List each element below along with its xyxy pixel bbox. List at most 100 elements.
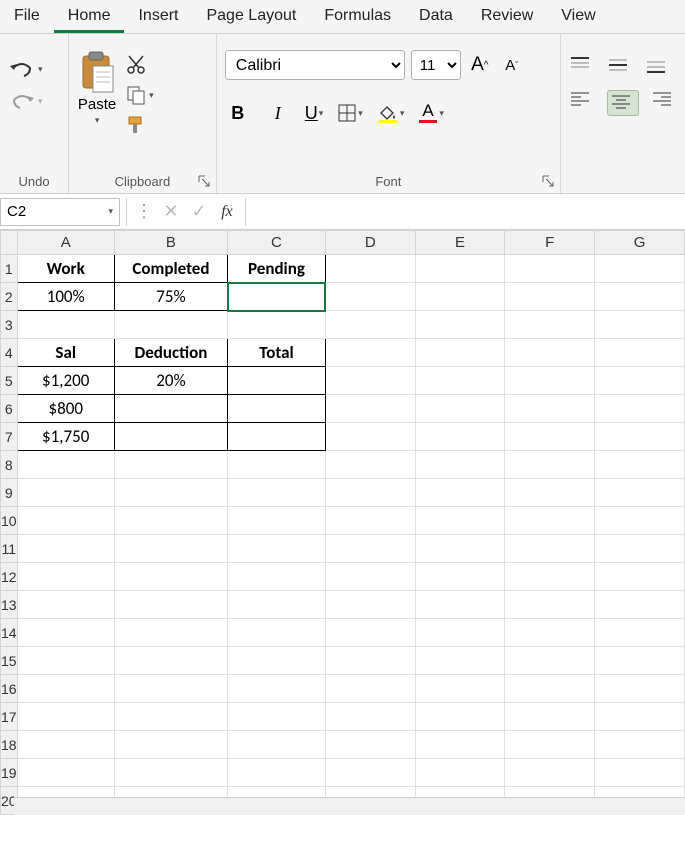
select-all-corner[interactable] — [1, 231, 18, 255]
cell[interactable] — [228, 479, 326, 507]
formula-input[interactable] — [248, 198, 685, 226]
cell[interactable] — [505, 507, 595, 535]
cell[interactable] — [228, 395, 326, 423]
cell[interactable]: 75% — [114, 283, 227, 311]
cell[interactable]: 100% — [17, 283, 114, 311]
cell[interactable]: Total — [228, 339, 326, 367]
menu-home[interactable]: Home — [54, 0, 125, 33]
cell[interactable] — [415, 367, 505, 395]
cell[interactable] — [17, 507, 114, 535]
cell[interactable] — [595, 619, 685, 647]
cell[interactable] — [228, 451, 326, 479]
cell[interactable] — [114, 675, 227, 703]
cell[interactable] — [595, 423, 685, 451]
accept-formula-button[interactable]: ✓ — [189, 202, 209, 222]
cell[interactable] — [228, 731, 326, 759]
cell[interactable] — [505, 647, 595, 675]
cell[interactable] — [595, 395, 685, 423]
row-header[interactable]: 10 — [1, 507, 18, 535]
borders-button[interactable]: ▾ — [337, 103, 363, 123]
cell[interactable] — [17, 591, 114, 619]
col-header-D[interactable]: D — [325, 231, 415, 255]
row-header[interactable]: 13 — [1, 591, 18, 619]
format-painter-button[interactable] — [125, 114, 154, 136]
cell[interactable] — [325, 395, 415, 423]
cell[interactable] — [505, 619, 595, 647]
cell[interactable] — [595, 675, 685, 703]
menu-review[interactable]: Review — [467, 0, 547, 33]
cell[interactable] — [415, 675, 505, 703]
cell[interactable] — [325, 703, 415, 731]
cell[interactable]: Pending — [228, 255, 326, 283]
cell[interactable]: $1,200 — [17, 367, 114, 395]
cell[interactable] — [595, 647, 685, 675]
cell[interactable] — [114, 423, 227, 451]
cell[interactable] — [415, 563, 505, 591]
col-header-F[interactable]: F — [505, 231, 595, 255]
cell[interactable] — [505, 675, 595, 703]
cell[interactable] — [415, 647, 505, 675]
cell[interactable] — [17, 619, 114, 647]
cell[interactable] — [505, 591, 595, 619]
align-right-button[interactable] — [651, 90, 677, 110]
cell[interactable] — [114, 535, 227, 563]
row-header[interactable]: 19 — [1, 759, 18, 787]
menu-view[interactable]: View — [547, 0, 609, 33]
increase-font-button[interactable]: A^ — [467, 52, 493, 78]
menu-insert[interactable]: Insert — [124, 0, 192, 33]
copy-button[interactable]: ▾ — [125, 84, 154, 106]
cell[interactable] — [505, 563, 595, 591]
cell[interactable] — [505, 451, 595, 479]
cell[interactable] — [114, 563, 227, 591]
align-bottom-button[interactable] — [645, 56, 671, 76]
cell[interactable] — [415, 759, 505, 787]
undo-button[interactable]: ▾ — [8, 58, 43, 80]
cell[interactable]: Work — [17, 255, 114, 283]
row-header[interactable]: 9 — [1, 479, 18, 507]
cell[interactable] — [415, 339, 505, 367]
cell[interactable] — [595, 255, 685, 283]
cell[interactable]: Deduction — [114, 339, 227, 367]
cell[interactable] — [325, 563, 415, 591]
cell[interactable] — [505, 283, 595, 311]
insert-function-button[interactable]: fx — [217, 202, 237, 222]
cell[interactable] — [595, 311, 685, 339]
row-header[interactable]: 17 — [1, 703, 18, 731]
cell[interactable] — [415, 619, 505, 647]
cell[interactable] — [17, 563, 114, 591]
cell[interactable] — [505, 703, 595, 731]
cell[interactable] — [595, 731, 685, 759]
cell[interactable] — [228, 563, 326, 591]
cell[interactable] — [415, 731, 505, 759]
cell[interactable] — [228, 647, 326, 675]
bold-button[interactable]: B — [225, 100, 251, 126]
menu-formulas[interactable]: Formulas — [310, 0, 405, 33]
font-name-select[interactable]: Calibri — [225, 50, 405, 80]
cell[interactable]: Sal — [17, 339, 114, 367]
more-icon[interactable]: ⋮ — [135, 201, 153, 222]
cell[interactable] — [325, 255, 415, 283]
align-top-button[interactable] — [569, 56, 595, 76]
cell[interactable] — [325, 423, 415, 451]
cell[interactable] — [325, 367, 415, 395]
cell[interactable] — [17, 479, 114, 507]
align-middle-button[interactable] — [607, 56, 633, 76]
cut-button[interactable] — [125, 54, 154, 76]
italic-button[interactable]: I — [265, 100, 291, 126]
cell[interactable] — [415, 535, 505, 563]
col-header-E[interactable]: E — [415, 231, 505, 255]
cell[interactable] — [415, 479, 505, 507]
cell[interactable] — [17, 675, 114, 703]
cell[interactable] — [228, 703, 326, 731]
menu-file[interactable]: File — [0, 0, 54, 33]
cell[interactable] — [114, 619, 227, 647]
paste-button[interactable]: Paste ▾ — [77, 50, 117, 126]
cell[interactable] — [228, 507, 326, 535]
font-launcher[interactable] — [541, 174, 555, 188]
row-header[interactable]: 6 — [1, 395, 18, 423]
cell[interactable] — [595, 451, 685, 479]
cell[interactable] — [505, 339, 595, 367]
cell[interactable] — [325, 283, 415, 311]
cell[interactable]: $800 — [17, 395, 114, 423]
cell[interactable] — [114, 479, 227, 507]
